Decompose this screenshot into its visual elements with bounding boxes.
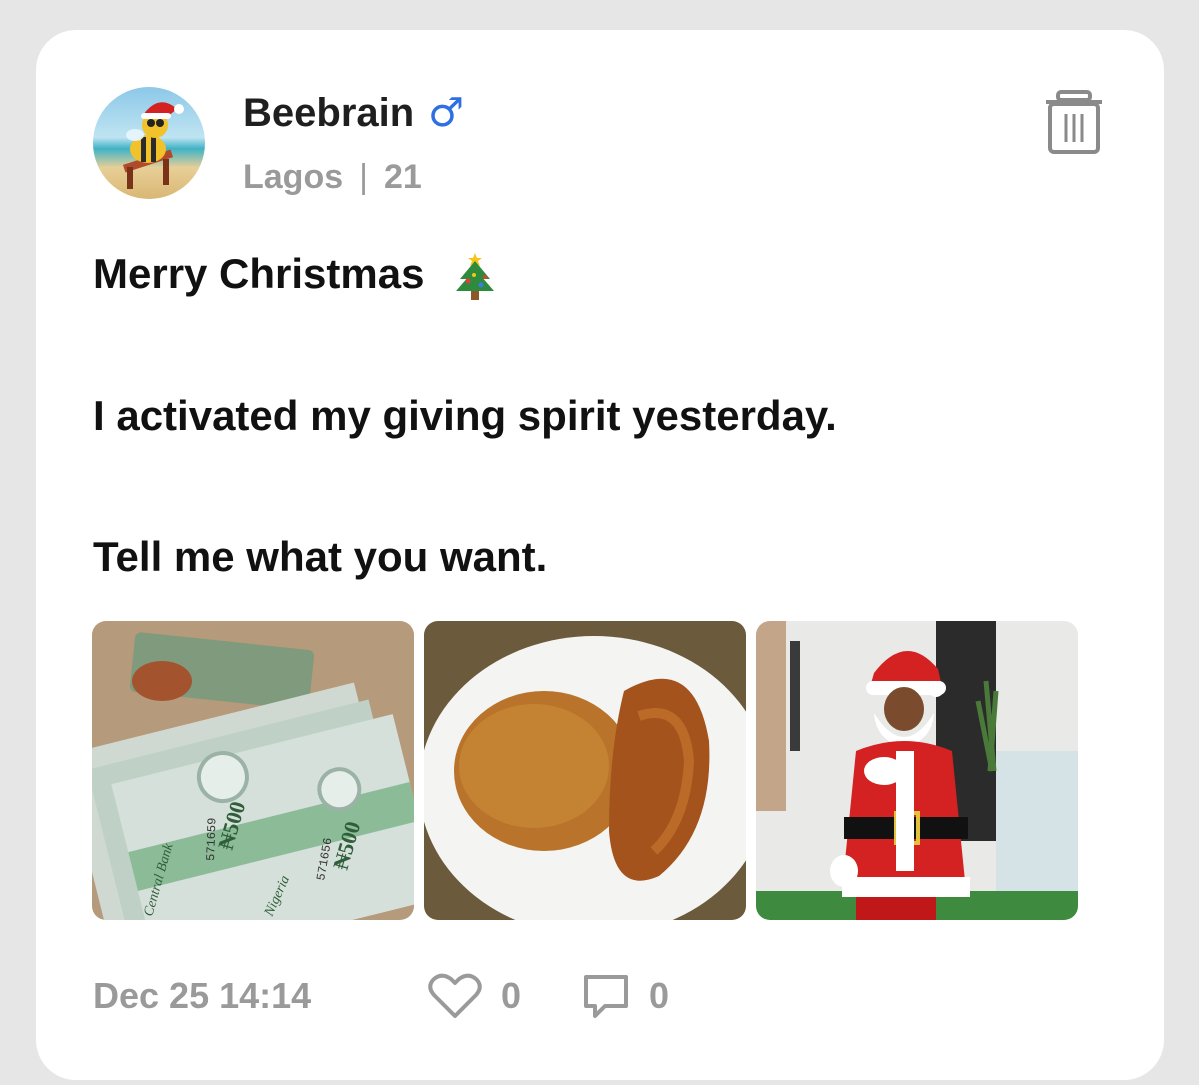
meta-separator: | xyxy=(359,158,368,196)
note-serial-text: 571659 xyxy=(204,817,219,861)
author-meta: Lagos | 21 xyxy=(243,158,422,197)
post-timestamp: Dec 25 14:14 xyxy=(93,975,312,1016)
santa-claus-image xyxy=(756,621,1078,920)
like-count: 0 xyxy=(501,975,522,1016)
heart-icon[interactable] xyxy=(427,972,483,1020)
photo-gallery: ₦500 ₦500 571659 571656 Central Bank Nig… xyxy=(92,621,1078,920)
author-header: Beebrain ♂ xyxy=(243,90,464,136)
christmas-tree-icon xyxy=(456,252,495,300)
avatar[interactable] xyxy=(93,87,205,199)
naira-notes-image: ₦500 ₦500 571659 571656 Central Bank Nig… xyxy=(92,621,414,920)
post-text-greeting: Merry Christmas xyxy=(93,250,425,297)
author-location: Lagos xyxy=(243,158,344,196)
jollof-rice-image xyxy=(424,621,746,920)
trash-icon[interactable] xyxy=(1044,90,1104,154)
comment-action[interactable]: 0 xyxy=(581,972,669,1020)
post-line-1: Merry Christmas xyxy=(93,248,498,300)
photo-santa-claus[interactable] xyxy=(756,621,1078,920)
photo-jollof-rice[interactable] xyxy=(424,621,746,920)
avatar-bee-illustration xyxy=(122,102,184,189)
post-line-3: Tell me what you want. xyxy=(93,533,548,580)
like-action[interactable]: 0 xyxy=(427,972,521,1020)
comment-count: 0 xyxy=(649,975,670,1016)
photo-naira-notes[interactable]: ₦500 ₦500 571659 571656 Central Bank Nig… xyxy=(92,621,414,920)
post-line-2: I activated my giving spirit yesterday. xyxy=(93,392,837,439)
post-card: Beebrain ♂ Lagos | 21 Merry Christmas I … xyxy=(36,30,1164,1080)
post-footer: Dec 25 14:14 0 0 xyxy=(93,972,729,1020)
male-gender-icon: ♂ xyxy=(428,90,465,136)
author-age: 21 xyxy=(383,158,422,196)
author-name[interactable]: Beebrain xyxy=(243,91,414,136)
comment-icon[interactable] xyxy=(581,972,631,1020)
